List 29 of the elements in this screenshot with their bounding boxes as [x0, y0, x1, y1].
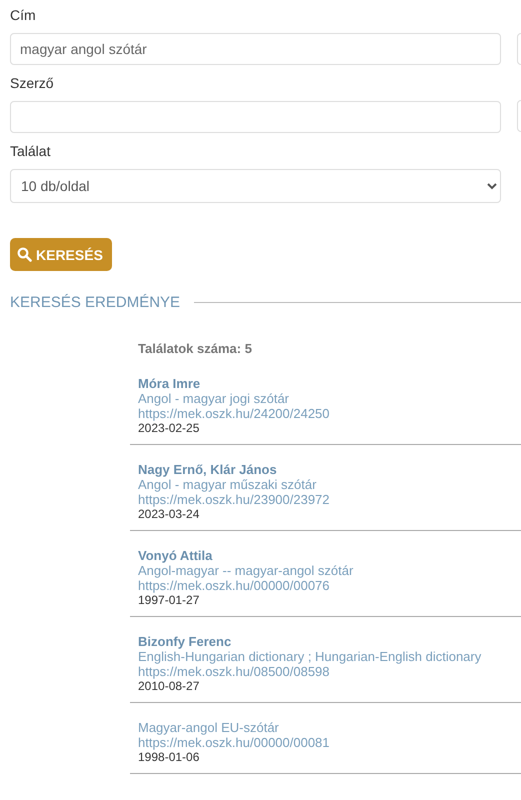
field-label: Szerző: [10, 74, 55, 92]
input-field[interactable]: magyar angol szótár: [10, 33, 501, 65]
url-link[interactable]: https://mek.oszk.hu/23900/23972: [138, 492, 330, 507]
url-link[interactable]: https://mek.oszk.hu/24200/24250: [138, 406, 330, 421]
author-link[interactable]: Bizonfy Ferenc: [138, 634, 232, 649]
title-link[interactable]: Magyar-angol EU-szótár: [138, 720, 279, 735]
title-link[interactable]: Angol - magyar jogi szótár: [138, 391, 290, 406]
date-text: 1998-01-06: [138, 750, 200, 765]
author-link[interactable]: Vonyó Attila: [138, 548, 212, 563]
date-text: 1997-01-27: [138, 593, 200, 608]
field-label: Találat: [10, 142, 52, 160]
date-text: 2023-02-25: [138, 421, 200, 436]
author-link[interactable]: Móra Imre: [138, 376, 200, 391]
title-link[interactable]: English-Hungarian dictionary ; Hungarian-English dictionary: [138, 649, 482, 664]
section-heading: KERESÉS EREDMÉNYE: [10, 294, 180, 311]
page-size-select[interactable]: 10 db/oldal: [10, 169, 501, 203]
date-text: 2010-08-27: [138, 679, 200, 694]
author-link[interactable]: Nagy Ernő, Klár János: [138, 462, 277, 477]
input-field[interactable]: [10, 101, 501, 133]
search-icon: [17, 247, 32, 262]
url-link[interactable]: https://mek.oszk.hu/00000/00076: [138, 578, 330, 593]
url-link[interactable]: https://mek.oszk.hu/08500/08598: [138, 664, 330, 679]
field-label: Cím: [10, 6, 37, 24]
url-link[interactable]: https://mek.oszk.hu/00000/00081: [138, 735, 330, 750]
title-link[interactable]: Angol - magyar műszaki szótár: [138, 477, 316, 492]
title-link[interactable]: Angol-magyar -- magyar-angol szótár: [138, 563, 354, 578]
search-button[interactable]: KERESÉS: [10, 238, 112, 271]
result-count: Találatok száma: 5: [138, 341, 253, 356]
date-text: 2023-03-24: [138, 507, 200, 522]
